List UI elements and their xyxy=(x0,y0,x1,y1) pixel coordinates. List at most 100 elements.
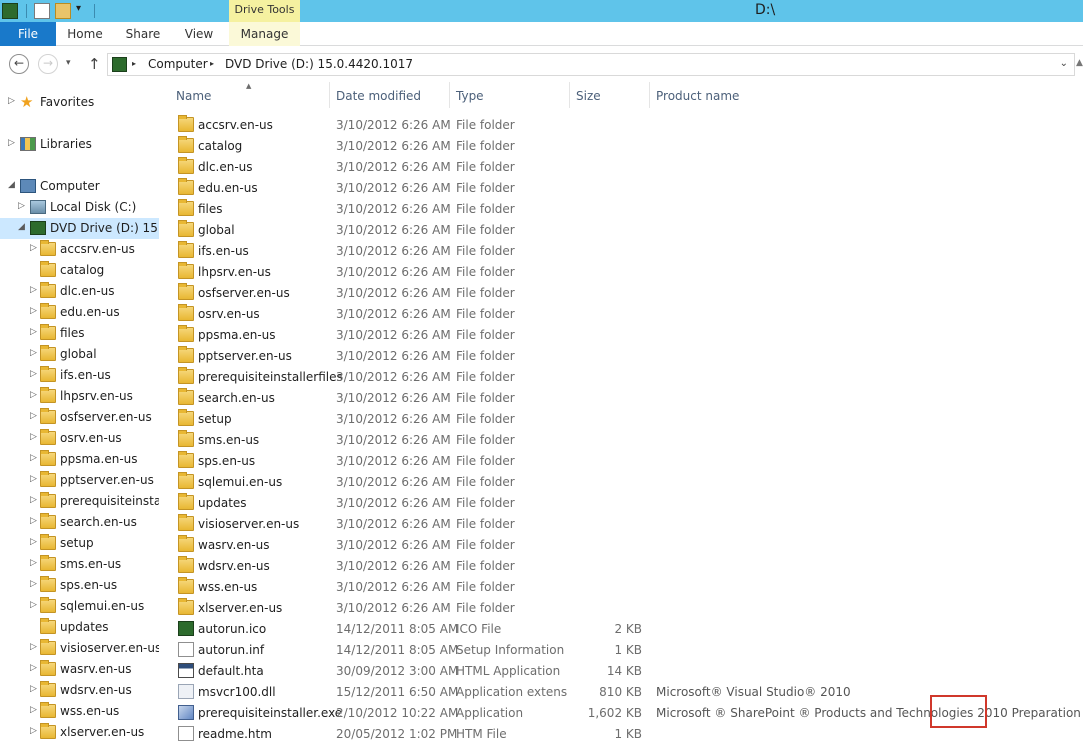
new-folder-icon[interactable] xyxy=(55,3,71,19)
file-row[interactable]: osfserver.en-us 3/10/2012 6:26 AM File fol… xyxy=(160,282,1083,303)
breadcrumb-dvd-drive[interactable]: DVD Drive (D:) 15.0.4420.1017 xyxy=(225,57,413,71)
nav-item[interactable]: ▷ ifs.en-us xyxy=(0,365,159,386)
file-row[interactable]: edu.en-us 3/10/2012 6:26 AM File folder xyxy=(160,177,1083,198)
expand-icon[interactable]: ▷ xyxy=(30,495,37,505)
expand-icon[interactable]: ▷ xyxy=(30,411,37,421)
file-row[interactable]: global 3/10/2012 6:26 AM File folder xyxy=(160,219,1083,240)
expand-icon[interactable]: ▷ xyxy=(30,705,37,715)
file-row[interactable]: autorun.inf 14/12/2011 8:05 AM Setup Infor… xyxy=(160,639,1083,660)
expand-icon[interactable]: ▷ xyxy=(30,432,37,442)
file-row[interactable]: xlserver.en-us 3/10/2012 6:26 AM File fold… xyxy=(160,597,1083,618)
nav-item[interactable]: ▷ prerequisiteinstalle xyxy=(0,491,159,512)
expand-icon[interactable]: ▷ xyxy=(30,243,37,253)
expand-icon[interactable]: ▷ xyxy=(30,726,37,736)
expand-icon[interactable]: ▷ xyxy=(30,558,37,568)
customize-toolbar-dropdown-icon[interactable]: ▾ xyxy=(76,3,92,19)
file-row[interactable]: catalog 3/10/2012 6:26 AM File folder xyxy=(160,135,1083,156)
file-row[interactable]: ifs.en-us 3/10/2012 6:26 AM File folder xyxy=(160,240,1083,261)
navigation-pane[interactable]: ▷ ★ Favorites ▷ Libraries ◢ Computer ▷ Local Dis… xyxy=(0,82,159,747)
column-size[interactable]: Size xyxy=(570,82,650,108)
expand-icon[interactable]: ▷ xyxy=(30,642,37,652)
nav-item[interactable]: ▷ lhpsrv.en-us xyxy=(0,386,159,407)
up-button[interactable]: ↑ xyxy=(88,55,101,73)
nav-item[interactable]: ▷ Local Disk (C:) xyxy=(0,197,159,218)
scroll-up-icon[interactable]: ▲ xyxy=(1076,58,1083,68)
file-row[interactable]: dlc.en-us 3/10/2012 6:26 AM File folder xyxy=(160,156,1083,177)
nav-item[interactable]: ▷ setup xyxy=(0,533,159,554)
back-button[interactable]: ← xyxy=(9,54,29,74)
nav-item[interactable]: ▷ ★ Favorites xyxy=(0,92,159,113)
file-row[interactable]: lhpsrv.en-us 3/10/2012 6:26 AM File folder xyxy=(160,261,1083,282)
column-product-name[interactable]: Product name xyxy=(650,82,850,108)
expand-icon[interactable]: ▷ xyxy=(30,537,37,547)
file-row[interactable]: osrv.en-us 3/10/2012 6:26 AM File folder xyxy=(160,303,1083,324)
file-row[interactable]: wdsrv.en-us 3/10/2012 6:26 AM File folder xyxy=(160,555,1083,576)
recent-locations-dropdown-icon[interactable]: ▾ xyxy=(66,58,71,68)
nav-item[interactable]: ▷ wasrv.en-us xyxy=(0,659,159,680)
expand-icon[interactable]: ▷ xyxy=(30,327,37,337)
nav-item[interactable]: ▷ global xyxy=(0,344,159,365)
nav-item[interactable]: ▷ files xyxy=(0,323,159,344)
file-row[interactable]: pptserver.en-us 3/10/2012 6:26 AM File fol… xyxy=(160,345,1083,366)
tab-file[interactable]: File xyxy=(0,22,56,46)
file-row[interactable]: sms.en-us 3/10/2012 6:26 AM File folder xyxy=(160,429,1083,450)
nav-item[interactable]: catalog xyxy=(0,260,159,281)
file-row[interactable]: updates 3/10/2012 6:26 AM File folder xyxy=(160,492,1083,513)
file-row[interactable]: sqlemui.en-us 3/10/2012 6:26 AM File folde… xyxy=(160,471,1083,492)
expand-icon[interactable]: ▷ xyxy=(30,516,37,526)
expand-icon[interactable]: ▷ xyxy=(8,138,15,148)
file-row[interactable]: setup 3/10/2012 6:26 AM File folder xyxy=(160,408,1083,429)
expand-icon[interactable]: ▷ xyxy=(30,684,37,694)
file-row[interactable]: wss.en-us 3/10/2012 6:26 AM File folder xyxy=(160,576,1083,597)
nav-item[interactable]: ▷ sps.en-us xyxy=(0,575,159,596)
nav-item[interactable]: ▷ Libraries xyxy=(0,134,159,155)
breadcrumb-separator-icon[interactable]: ▸ xyxy=(132,59,136,68)
file-row[interactable]: sps.en-us 3/10/2012 6:26 AM File folder xyxy=(160,450,1083,471)
file-row[interactable]: wasrv.en-us 3/10/2012 6:26 AM File folder xyxy=(160,534,1083,555)
tab-home[interactable]: Home xyxy=(61,22,109,46)
nav-item[interactable]: ◢ DVD Drive (D:) 15.0.4 xyxy=(0,218,159,239)
nav-item[interactable]: ◢ Computer xyxy=(0,176,159,197)
nav-item[interactable]: ▷ accsrv.en-us xyxy=(0,239,159,260)
column-type[interactable]: Type xyxy=(450,82,570,108)
nav-item[interactable]: ▷ search.en-us xyxy=(0,512,159,533)
expand-icon[interactable]: ▷ xyxy=(30,369,37,379)
column-date-modified[interactable]: Date modified xyxy=(330,82,450,108)
nav-item[interactable]: ▷ sms.en-us xyxy=(0,554,159,575)
expand-icon[interactable]: ▷ xyxy=(30,348,37,358)
nav-item[interactable]: ▷ pptserver.en-us xyxy=(0,470,159,491)
collapse-icon[interactable]: ◢ xyxy=(18,222,25,232)
nav-item[interactable]: ▷ osrv.en-us xyxy=(0,428,159,449)
nav-item[interactable]: updates xyxy=(0,617,159,638)
expand-icon[interactable]: ▷ xyxy=(18,201,25,211)
expand-icon[interactable]: ▷ xyxy=(8,96,15,106)
breadcrumb-separator-icon[interactable]: ▸ xyxy=(210,59,214,68)
nav-item[interactable]: ▷ dlc.en-us xyxy=(0,281,159,302)
expand-icon[interactable]: ▷ xyxy=(30,474,37,484)
app-icon[interactable] xyxy=(2,3,18,19)
expand-icon[interactable]: ▷ xyxy=(30,453,37,463)
tab-view[interactable]: View xyxy=(180,22,218,46)
collapse-icon[interactable]: ◢ xyxy=(8,180,15,190)
address-bar[interactable]: ▸ Computer ▸ DVD Drive (D:) 15.0.4420.10… xyxy=(107,53,1075,76)
nav-item[interactable]: ▷ visioserver.en-us xyxy=(0,638,159,659)
expand-icon[interactable]: ▷ xyxy=(30,306,37,316)
file-row[interactable]: accsrv.en-us 3/10/2012 6:26 AM File folder xyxy=(160,114,1083,135)
file-row[interactable]: prerequisiteinstallerfiles 3/10/2012 6:26… xyxy=(160,366,1083,387)
file-row[interactable]: default.hta 30/09/2012 3:00 AM HTML Applic… xyxy=(160,660,1083,681)
file-row[interactable]: visioserver.en-us 3/10/2012 6:26 AM File f… xyxy=(160,513,1083,534)
nav-item[interactable]: ▷ xlserver.en-us xyxy=(0,722,159,743)
file-row[interactable]: files 3/10/2012 6:26 AM File folder xyxy=(160,198,1083,219)
address-history-dropdown-icon[interactable]: ⌄ xyxy=(1060,58,1068,69)
nav-item[interactable]: ▷ wss.en-us xyxy=(0,701,159,722)
nav-item[interactable]: ▷ wdsrv.en-us xyxy=(0,680,159,701)
expand-icon[interactable]: ▷ xyxy=(30,600,37,610)
tab-share[interactable]: Share xyxy=(121,22,165,46)
properties-icon[interactable] xyxy=(34,3,50,19)
breadcrumb-computer[interactable]: Computer xyxy=(148,57,208,71)
file-row[interactable]: ppsma.en-us 3/10/2012 6:26 AM File folder xyxy=(160,324,1083,345)
nav-item[interactable]: ▷ edu.en-us xyxy=(0,302,159,323)
expand-icon[interactable]: ▷ xyxy=(30,285,37,295)
tab-manage[interactable]: Manage xyxy=(229,22,300,46)
nav-item[interactable]: ▷ sqlemui.en-us xyxy=(0,596,159,617)
